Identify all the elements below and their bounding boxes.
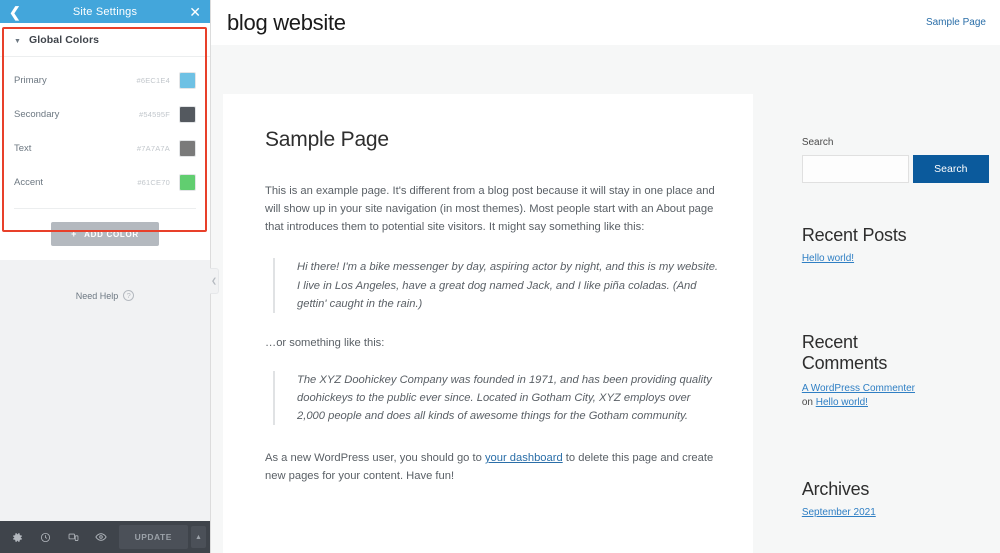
plus-icon: + (71, 229, 78, 239)
close-icon[interactable]: ✕ (189, 5, 201, 19)
color-swatch-text[interactable] (179, 140, 196, 157)
sidebar-widgets: Search Search Recent Posts Hello world! … (801, 45, 1000, 553)
content-column: Sample Page This is an example page. It'… (223, 94, 753, 553)
search-row: Search (801, 155, 1000, 183)
panel-spacer (0, 301, 210, 521)
archives-title: Archives (801, 478, 870, 499)
comment-post-link[interactable]: Hello world! (816, 397, 868, 408)
widget-archives: Archives September 2021 (802, 479, 1000, 518)
section-title: Global Colors (28, 34, 100, 46)
color-label: Accent (14, 177, 44, 188)
color-row-text[interactable]: Text #7A7A7A (14, 134, 196, 163)
caret-up-icon[interactable]: ▲ (190, 526, 206, 548)
color-hex-value: #54595F (138, 110, 170, 119)
site-preview: blog website Sample Page Sample Page Thi… (210, 0, 1000, 553)
dashboard-link[interactable]: your dashboard (485, 452, 563, 464)
color-row-secondary[interactable]: Secondary #54595F (14, 100, 196, 129)
recent-posts-title: Recent Posts (801, 225, 907, 245)
archive-link[interactable]: September 2021 (802, 507, 1000, 518)
search-input[interactable] (801, 155, 909, 183)
search-button[interactable]: Search (912, 155, 989, 183)
chevron-left-icon[interactable]: ❮ (9, 5, 21, 19)
color-swatch-accent[interactable] (179, 174, 196, 191)
elementor-editor: ❮ Site Settings ✕ ▼ Global Colors Primar… (0, 0, 1000, 553)
color-row-primary[interactable]: Primary #6EC1E4 (14, 66, 196, 95)
color-label: Primary (14, 75, 47, 86)
recent-comments-title: Recent Comments (801, 332, 888, 374)
widget-recent-comments: Recent Comments A WordPress Commenter on… (802, 332, 1000, 410)
panel-title: Site Settings (72, 5, 138, 18)
color-hex-value: #6EC1E4 (136, 76, 170, 85)
history-icon[interactable] (32, 521, 60, 553)
blockquote-text: The XYZ Doohickey Company was founded in… (297, 373, 712, 423)
site-title: blog website (227, 9, 346, 35)
page-title: Sample Page (265, 128, 389, 151)
add-color-button[interactable]: + ADD COLOR (51, 222, 159, 246)
caret-down-icon: ▼ (14, 37, 21, 45)
comment-author-link[interactable]: A WordPress Commenter (802, 383, 915, 394)
add-color-label: ADD COLOR (84, 229, 139, 239)
color-swatch-primary[interactable] (179, 72, 196, 89)
widget-recent-posts: Recent Posts Hello world! (802, 225, 1000, 264)
gear-icon[interactable] (4, 521, 32, 553)
question-mark-icon[interactable]: ? (123, 290, 135, 301)
site-settings-panel: ❮ Site Settings ✕ ▼ Global Colors Primar… (0, 0, 219, 553)
color-hex-value: #61CE70 (137, 178, 170, 187)
add-color-container: + ADD COLOR (14, 208, 196, 260)
nav-link-sample-page[interactable]: Sample Page (926, 17, 986, 28)
global-colors-section-header[interactable]: ▼ Global Colors (0, 23, 210, 57)
global-colors-card: ▼ Global Colors Primary #6EC1E4 Secondar… (0, 23, 210, 260)
panel-header: ❮ Site Settings ✕ (0, 0, 210, 23)
color-hex-value: #7A7A7A (136, 144, 170, 153)
global-colors-list: Primary #6EC1E4 Secondary #54595F Text #… (0, 66, 210, 197)
site-header: blog website Sample Page (211, 0, 1000, 45)
preview-icon[interactable] (87, 521, 115, 553)
color-row-accent[interactable]: Accent #61CE70 (14, 168, 196, 197)
panel-footer: UPDATE ▲ (0, 521, 210, 553)
widget-search: Search Search (801, 137, 1000, 183)
blockquote-xyz-doohickey: The XYZ Doohickey Company was founded in… (273, 370, 721, 426)
paragraph-dashboard-before: As a new WordPress user, you should go t… (265, 452, 485, 465)
collapse-panel-icon[interactable]: ❮ (210, 268, 219, 294)
recent-post-link[interactable]: Hello world! (802, 253, 1000, 264)
need-help-label: Need Help (75, 290, 119, 301)
comment-on-label: on (801, 397, 816, 409)
paragraph-interstitial: …or something like this: (265, 336, 385, 349)
recent-comment-item: A WordPress Commenter on Hello world! (802, 382, 1000, 411)
paragraph-dashboard: As a new WordPress user, you should go t… (265, 449, 721, 485)
need-help[interactable]: Need Help ? (0, 290, 210, 301)
site-body: Sample Page This is an example page. It'… (211, 45, 1000, 553)
color-label: Secondary (14, 109, 60, 120)
paragraph-intro: This is an example page. It's different … (265, 185, 715, 234)
blockquote-bike-messenger: Hi there! I'm a bike messenger by day, a… (273, 258, 721, 313)
blockquote-text: Hi there! I'm a bike messenger by day, a… (297, 261, 719, 310)
update-button[interactable]: UPDATE (118, 525, 188, 549)
responsive-icon[interactable] (59, 521, 87, 553)
color-label: Text (14, 143, 32, 154)
color-swatch-secondary[interactable] (179, 106, 196, 123)
search-label: Search (801, 137, 834, 148)
